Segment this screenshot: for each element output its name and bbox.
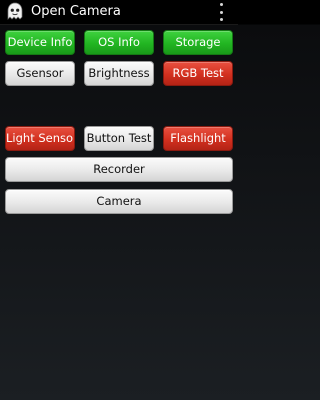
- recorder-button[interactable]: Recorder: [5, 157, 233, 182]
- storage-button[interactable]: Storage: [163, 30, 233, 55]
- rgb-test-button[interactable]: RGB Test: [163, 61, 233, 86]
- device-info-button[interactable]: Device Info: [5, 30, 75, 55]
- gsensor-button[interactable]: Gsensor: [5, 61, 75, 86]
- menu-dot: [219, 18, 223, 21]
- light-sensor-button[interactable]: Light Sensor: [5, 126, 75, 151]
- menu-dot: [219, 10, 223, 14]
- ghost-app-icon: [7, 2, 23, 20]
- more-vert-icon[interactable]: [216, 3, 226, 21]
- flashlight-button[interactable]: Flashlight: [163, 126, 233, 151]
- button-test-button[interactable]: Button Test: [84, 126, 154, 151]
- brightness-button[interactable]: Brightness: [84, 61, 154, 86]
- action-bar: Open Camera: [0, 0, 238, 25]
- camera-button[interactable]: Camera: [5, 189, 233, 214]
- os-info-button[interactable]: OS Info: [84, 30, 154, 55]
- menu-dot: [219, 3, 223, 6]
- app-title: Open Camera: [31, 4, 121, 19]
